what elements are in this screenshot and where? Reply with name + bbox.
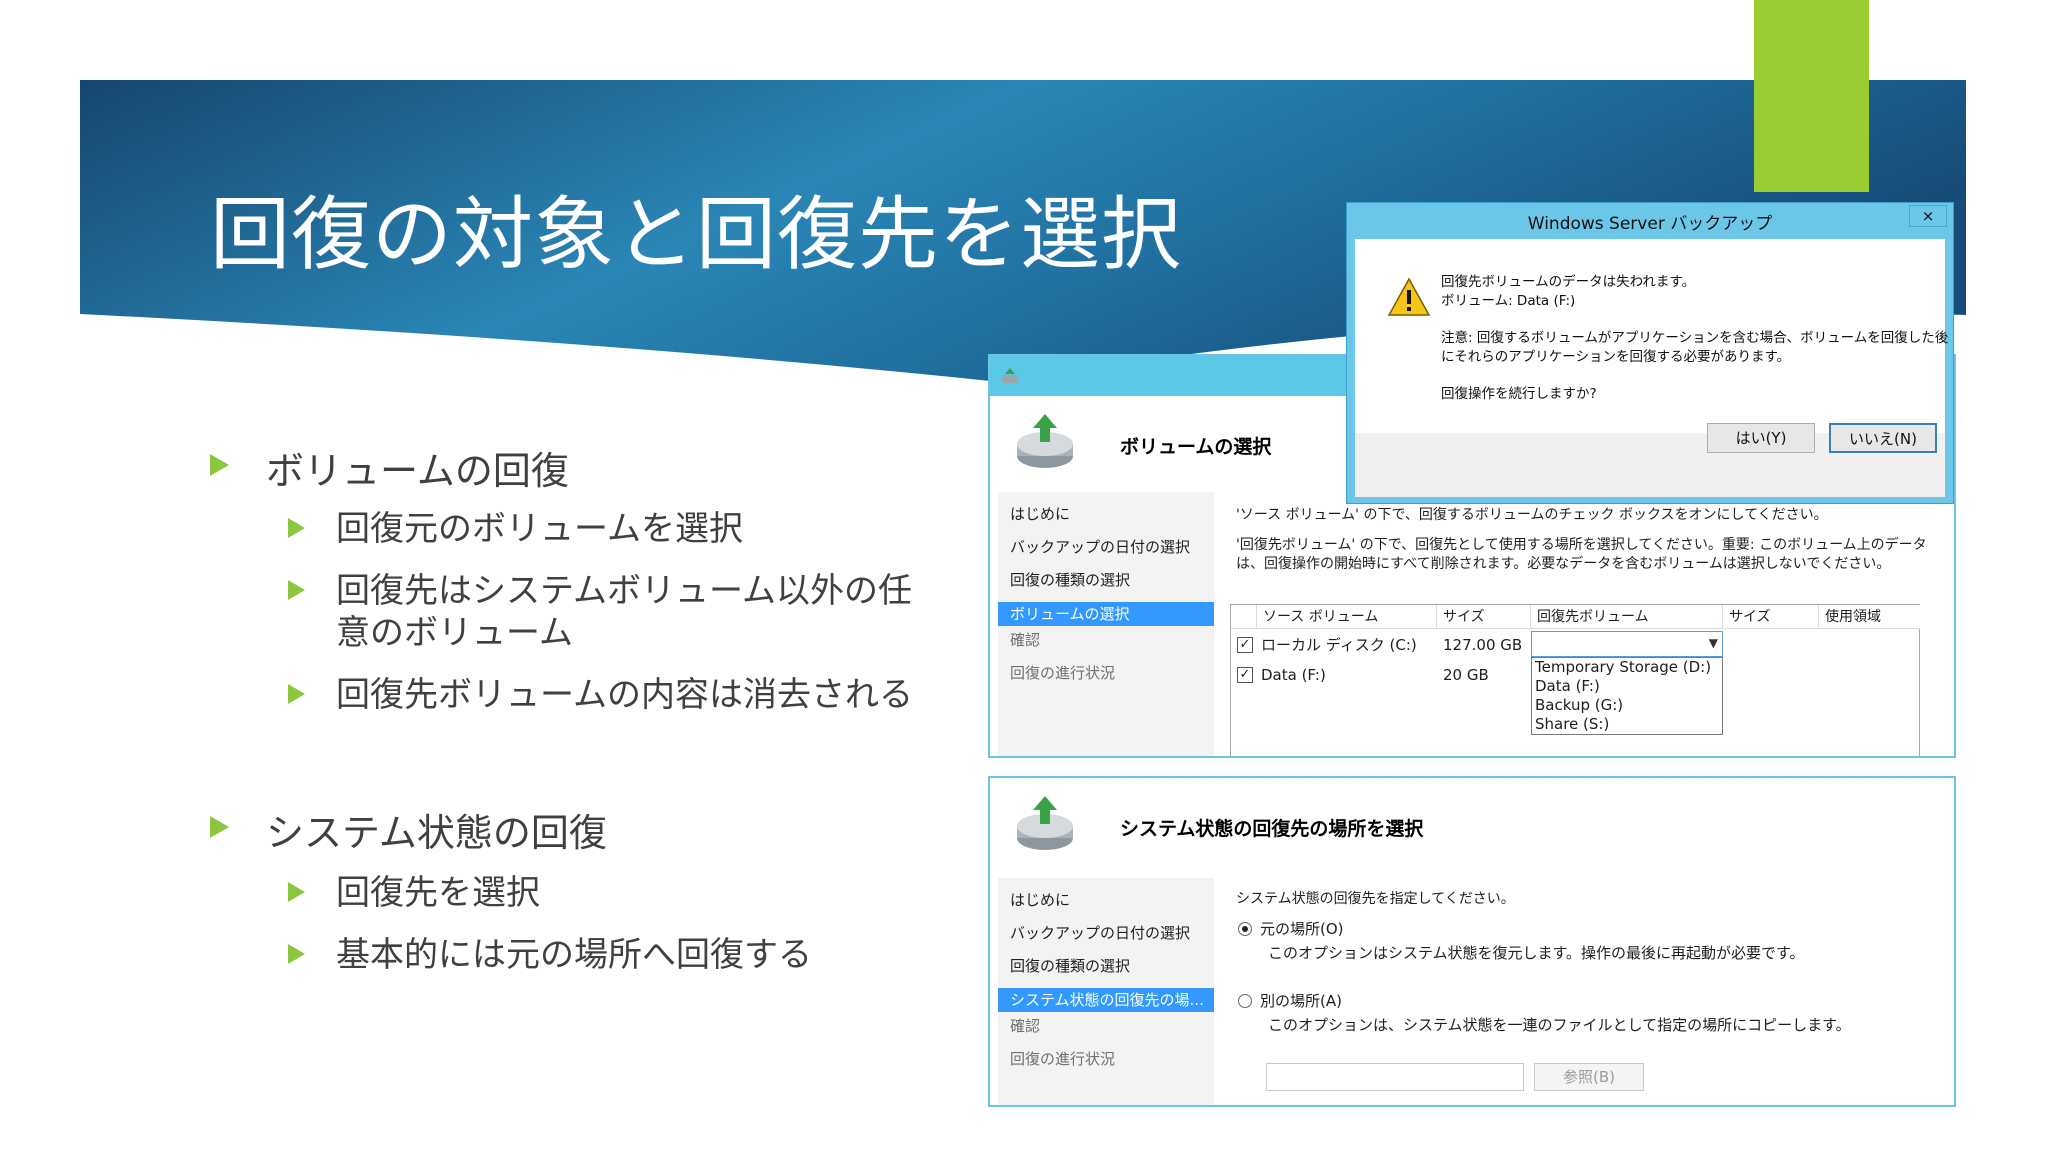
nav-item-progress[interactable]: 回復の進行状況 [998,1047,1214,1071]
dropdown-option[interactable]: Data (F:) [1535,677,1600,696]
dropdown-option[interactable]: Temporary Storage (D:) [1535,658,1711,677]
target-volume-dropdown[interactable]: Temporary Storage (D:) Data (F:) Backup … [1531,657,1723,735]
bullet-arrow-icon [288,684,305,704]
close-button[interactable]: × [1909,205,1947,227]
nav-item-backup-date[interactable]: バックアップの日付の選択 [998,535,1214,559]
instruction-target: '回復先ボリューム' の下で、回復先として使用する場所を選択してください。重要:… [1236,537,1927,572]
nav-item-confirm[interactable]: 確認 [998,1014,1214,1038]
dialog-title: Windows Server バックアップ [1527,214,1773,234]
wizard-page-title: ボリュームの選択 [1120,436,1272,458]
bullet-arrow-icon [288,944,305,964]
bullet-arrow-icon [288,580,305,600]
wizard-nav: はじめに バックアップの日付の選択 回復の種類の選択 システム状態の回復先の場.… [998,878,1214,1105]
alternate-location-desc: このオプションは、システム状態を一連のファイルとして指定の場所にコピーします。 [1268,1016,1851,1034]
dropdown-option[interactable]: Backup (G:) [1535,696,1623,715]
radio-alternate-label[interactable]: 別の場所(A) [1260,990,1342,1011]
browse-button[interactable]: 参照(B) [1534,1063,1644,1091]
no-button[interactable]: いいえ(N) [1829,423,1937,453]
restore-disk-icon [1017,796,1073,850]
location-prompt: システム状態の回復先を指定してください。 [1236,891,1515,907]
warning-icon [1387,277,1431,316]
chevron-down-icon[interactable]: ▼ [1709,636,1718,650]
table-header-check [1231,605,1257,629]
table-header-size[interactable]: サイズ [1437,605,1531,629]
table-header-target-size[interactable]: サイズ [1723,605,1819,629]
nav-item-confirm[interactable]: 確認 [998,628,1214,652]
bullet-arrow-icon [288,882,305,902]
wizard-page-title: システム状態の回復先の場所を選択 [1120,818,1424,840]
wizard-nav: はじめに バックアップの日付の選択 回復の種類の選択 ボリュームの選択 確認 回… [998,492,1214,756]
table-header-target[interactable]: 回復先ボリューム [1531,605,1723,629]
volume-table: ソース ボリューム サイズ 回復先ボリューム サイズ 使用領域 ✓ ローカル デ… [1230,604,1920,756]
dialog-note1: 注意: 回復するボリュームがアプリケーションを含む場合、ボリュームを回復した後 [1441,330,1949,346]
nav-item-system-state-location[interactable]: システム状態の回復先の場... [998,988,1214,1012]
accent-tab [1754,0,1869,192]
dialog-question: 回復操作を続行しますか? [1441,386,1597,402]
bullet-arrow-icon [210,816,229,838]
warning-dialog: Windows Server バックアップ × 回復先ボリュームのデータは失われ… [1346,202,1954,504]
row-checkbox-c[interactable]: ✓ [1237,637,1253,653]
wizard-content: システム状態の回復先を指定してください。 元の場所(O) このオプションはシステ… [1214,878,1954,1105]
nav-item-volume-selection[interactable]: ボリュームの選択 [998,602,1214,626]
row-size: 20 GB [1443,666,1489,684]
nav-item-recovery-type[interactable]: 回復の種類の選択 [998,954,1214,978]
nav-item-recovery-type[interactable]: 回復の種類の選択 [998,568,1214,592]
restore-disk-icon [1017,414,1073,468]
row-source: Data (F:) [1261,666,1326,684]
nav-item-backup-date[interactable]: バックアップの日付の選択 [998,921,1214,945]
dialog-line1: 回復先ボリュームのデータは失われます。 [1441,274,1696,290]
radio-alternate-location[interactable] [1238,994,1252,1008]
radio-original-label[interactable]: 元の場所(O) [1260,918,1344,939]
yes-button[interactable]: はい(Y) [1707,423,1815,453]
slide-title: 回復の対象と回復先を選択 [210,188,1182,281]
bullet-arrow-icon [288,518,305,538]
target-volume-combo[interactable]: ▼ [1531,631,1723,657]
system-state-window: システム状態の回復先の場所を選択 はじめに バックアップの日付の選択 回復の種類… [988,776,1956,1107]
nav-item-progress[interactable]: 回復の進行状況 [998,661,1214,685]
instruction-source: 'ソース ボリューム' の下で、回復するボリュームのチェック ボックスをオンにし… [1236,507,1828,523]
dropdown-option[interactable]: Share (S:) [1535,715,1609,734]
row-source: ローカル ディスク (C:) [1261,636,1417,654]
dialog-note2: にそれらのアプリケーションを回復する必要があります。 [1441,349,1791,365]
original-location-desc: このオプションはシステム状態を復元します。操作の最後に再起動が必要です。 [1268,944,1805,962]
wizard-header: システム状態の回復先の場所を選択 [998,778,1948,878]
table-header-used[interactable]: 使用領域 [1819,605,1920,629]
nav-item-start[interactable]: はじめに [998,888,1214,912]
row-size: 127.00 GB [1443,636,1523,654]
row-checkbox-f[interactable]: ✓ [1237,667,1253,683]
table-header-source[interactable]: ソース ボリューム [1257,605,1437,629]
backup-app-icon [1002,368,1018,383]
nav-item-start[interactable]: はじめに [998,502,1214,526]
wizard-content: 'ソース ボリューム' の下で、回復するボリュームのチェック ボックスをオンにし… [1214,492,1954,756]
dialog-body: 回復先ボリュームのデータは失われます。 ボリューム: Data (F:) 注意:… [1355,239,1949,433]
alternate-path-input[interactable] [1266,1063,1524,1091]
radio-original-location[interactable] [1238,922,1252,936]
dialog-line2: ボリューム: Data (F:) [1441,293,1576,309]
bullet-arrow-icon [210,454,229,476]
